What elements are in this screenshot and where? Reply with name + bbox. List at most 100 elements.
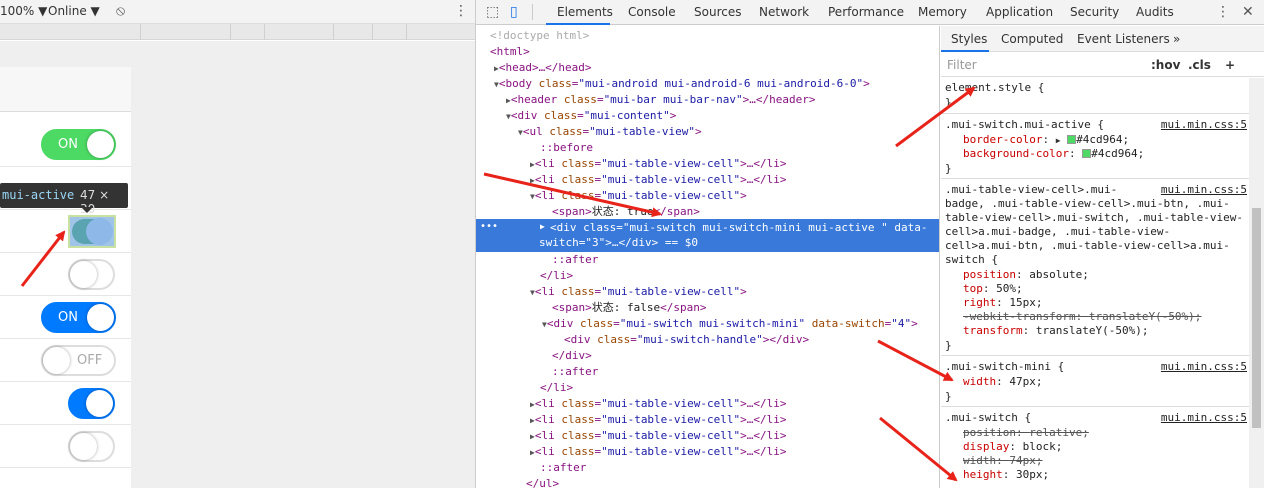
dom-node[interactable]: ▶<li class="mui-table-view-cell">…</li> bbox=[476, 396, 939, 412]
dom-node[interactable]: <span>状态: true</span> bbox=[476, 204, 939, 220]
dom-node[interactable]: ▶<header class="mui-bar mui-bar-nav">…</… bbox=[476, 92, 939, 108]
switch-toggle[interactable]: ON bbox=[41, 302, 116, 333]
dom-node[interactable]: <span>状态: false</span> bbox=[476, 300, 939, 316]
tab-elements[interactable]: Elements bbox=[557, 5, 613, 19]
list-item: OFF bbox=[0, 339, 131, 382]
tab-styles[interactable]: Styles bbox=[951, 32, 987, 46]
device-toolbar: 100% ▼ Online ▼ ⦸ ⋮ bbox=[0, 0, 475, 24]
more-options-icon[interactable]: ⋮ bbox=[454, 3, 468, 19]
switch-handle[interactable] bbox=[43, 347, 70, 374]
switch-toggle[interactable] bbox=[68, 431, 115, 462]
devtools-menu-icon[interactable]: ⋮ bbox=[1216, 4, 1230, 20]
dom-node[interactable]: <div class="mui-switch-handle"></div> bbox=[476, 332, 939, 348]
zoom-select[interactable]: 100% ▼ bbox=[0, 4, 47, 18]
dom-node[interactable]: ▼<body class="mui-android mui-android-6 … bbox=[476, 76, 939, 92]
switch-handle[interactable] bbox=[86, 390, 113, 417]
tab-security[interactable]: Security bbox=[1070, 5, 1119, 19]
active-tab-indicator bbox=[941, 50, 989, 52]
tab-event-listeners[interactable]: Event Listeners bbox=[1077, 32, 1170, 46]
more-tabs-icon[interactable]: » bbox=[1173, 32, 1180, 46]
selected-dom-node[interactable]: ••• ▶ <div class="mui-switch mui-switch-… bbox=[476, 219, 939, 252]
dom-node[interactable]: ▼<div class="mui-content"> bbox=[476, 108, 939, 124]
media-query-ruler[interactable] bbox=[0, 24, 475, 40]
switch-label: ON bbox=[58, 137, 78, 152]
devtools-panel: ⬚ ▯ Elements Console Sources Network Per… bbox=[476, 0, 1264, 488]
switch-toggle[interactable]: ON bbox=[41, 129, 116, 160]
dom-node[interactable]: ▼<li class="mui-table-view-cell"> bbox=[476, 188, 939, 204]
tab-sources[interactable]: Sources bbox=[694, 5, 741, 19]
source-link[interactable]: mui.min.css:5 bbox=[1161, 118, 1247, 131]
more-icon[interactable]: ••• bbox=[480, 221, 498, 232]
dom-node[interactable]: ::after bbox=[476, 364, 939, 380]
dom-node[interactable]: ▶<li class="mui-table-view-cell">…</li> bbox=[476, 156, 939, 172]
style-rule-switch-mini: .mui-switch-mini { mui.min.css:5 width: … bbox=[941, 357, 1249, 407]
source-link[interactable]: mui.min.css:5 bbox=[1161, 183, 1247, 196]
dom-node[interactable]: <!doctype html> bbox=[476, 28, 939, 44]
switch-toggle[interactable] bbox=[68, 388, 115, 419]
new-rule-button[interactable]: + bbox=[1225, 58, 1235, 72]
tab-memory[interactable]: Memory bbox=[918, 5, 967, 19]
dom-node[interactable]: <html> bbox=[476, 44, 939, 60]
switch-handle[interactable] bbox=[87, 304, 114, 331]
hover-state-toggle[interactable]: :hov bbox=[1151, 58, 1180, 72]
list-item bbox=[0, 382, 131, 425]
tab-application[interactable]: Application bbox=[986, 5, 1053, 19]
switch-handle[interactable] bbox=[86, 218, 113, 245]
dom-node[interactable]: ▼<ul class="mui-table-view"> bbox=[476, 124, 939, 140]
dom-node[interactable]: ▶<li class="mui-table-view-cell">…</li> bbox=[476, 172, 939, 188]
dom-node[interactable]: ▶<li class="mui-table-view-cell">…</li> bbox=[476, 428, 939, 444]
devtools-tabbar: ⬚ ▯ Elements Console Sources Network Per… bbox=[476, 0, 1264, 25]
switch-handle[interactable] bbox=[87, 131, 114, 158]
inspect-element-icon[interactable]: ⬚ bbox=[486, 4, 499, 20]
list-item bbox=[0, 425, 131, 468]
switch-toggle[interactable]: OFF bbox=[41, 345, 116, 376]
dom-node[interactable]: ::before bbox=[476, 140, 939, 156]
dom-node[interactable]: ::after bbox=[476, 460, 939, 476]
switch-label: OFF bbox=[77, 353, 103, 368]
styles-scrollbar[interactable] bbox=[1249, 78, 1264, 488]
tab-performance[interactable]: Performance bbox=[828, 5, 904, 19]
dom-node[interactable]: ▶<li class="mui-table-view-cell">…</li> bbox=[476, 444, 939, 460]
active-tab-indicator bbox=[546, 23, 610, 25]
switch-handle[interactable] bbox=[70, 261, 97, 288]
dom-node[interactable]: ▶<li class="mui-table-view-cell">…</li> bbox=[476, 412, 939, 428]
list-item bbox=[0, 253, 131, 296]
dom-node[interactable]: </div> bbox=[476, 348, 939, 364]
switch-toggle[interactable] bbox=[68, 259, 115, 290]
rotate-icon[interactable]: ⦸ bbox=[116, 3, 125, 19]
color-swatch[interactable] bbox=[1082, 149, 1092, 158]
device-viewport: ON ON OFF bbox=[0, 41, 475, 488]
list-item: ON bbox=[0, 296, 131, 339]
style-rule-switch: .mui-switch { mui.min.css:5 position: re… bbox=[945, 411, 1247, 481]
dom-tree: <!doctype html> <html> ▶<head>…</head> ▼… bbox=[476, 26, 940, 488]
tab-console[interactable]: Console bbox=[628, 5, 676, 19]
highlighted-switch[interactable] bbox=[68, 215, 116, 248]
tab-audits[interactable]: Audits bbox=[1136, 5, 1174, 19]
close-icon[interactable]: ✕ bbox=[1242, 4, 1254, 20]
filter-input[interactable]: Filter bbox=[947, 58, 977, 72]
class-toggle[interactable]: .cls bbox=[1188, 58, 1211, 72]
app-header-bar bbox=[0, 67, 131, 112]
tab-computed[interactable]: Computed bbox=[1001, 32, 1063, 46]
dom-node[interactable]: ▼<li class="mui-table-view-cell"> bbox=[476, 284, 939, 300]
styles-pane: Styles Computed Event Listeners » Filter… bbox=[941, 26, 1264, 488]
dom-node[interactable]: ▼<div class="mui-switch mui-switch-mini"… bbox=[476, 316, 939, 332]
element-inspect-tooltip: mui-active 47 × 30 bbox=[0, 183, 128, 216]
style-rule-mui-active: .mui-switch.mui-active { mui.min.css:5 b… bbox=[941, 115, 1249, 179]
style-rule-table-view-cell: .mui-table-view-cell>.mui- mui.min.css:5… bbox=[941, 180, 1249, 356]
dom-node[interactable]: ::after bbox=[476, 252, 939, 268]
dom-node[interactable]: ▶<head>…</head> bbox=[476, 60, 939, 76]
tab-network[interactable]: Network bbox=[759, 5, 809, 19]
dom-node[interactable]: </li> bbox=[476, 380, 939, 396]
source-link[interactable]: mui.min.css:5 bbox=[1161, 360, 1247, 373]
source-link[interactable]: mui.min.css:5 bbox=[1161, 411, 1247, 424]
styles-filter-bar: Filter :hov .cls + bbox=[941, 53, 1264, 77]
switch-label: ON bbox=[58, 310, 78, 325]
device-toggle-icon[interactable]: ▯ bbox=[510, 4, 518, 20]
color-swatch[interactable] bbox=[1067, 135, 1077, 144]
dom-node[interactable]: </ul> bbox=[476, 476, 939, 488]
list-item: ON bbox=[0, 124, 131, 167]
network-throttle-select[interactable]: Online ▼ bbox=[48, 4, 100, 18]
dom-node[interactable]: </li> bbox=[476, 268, 939, 284]
switch-handle[interactable] bbox=[70, 433, 97, 460]
